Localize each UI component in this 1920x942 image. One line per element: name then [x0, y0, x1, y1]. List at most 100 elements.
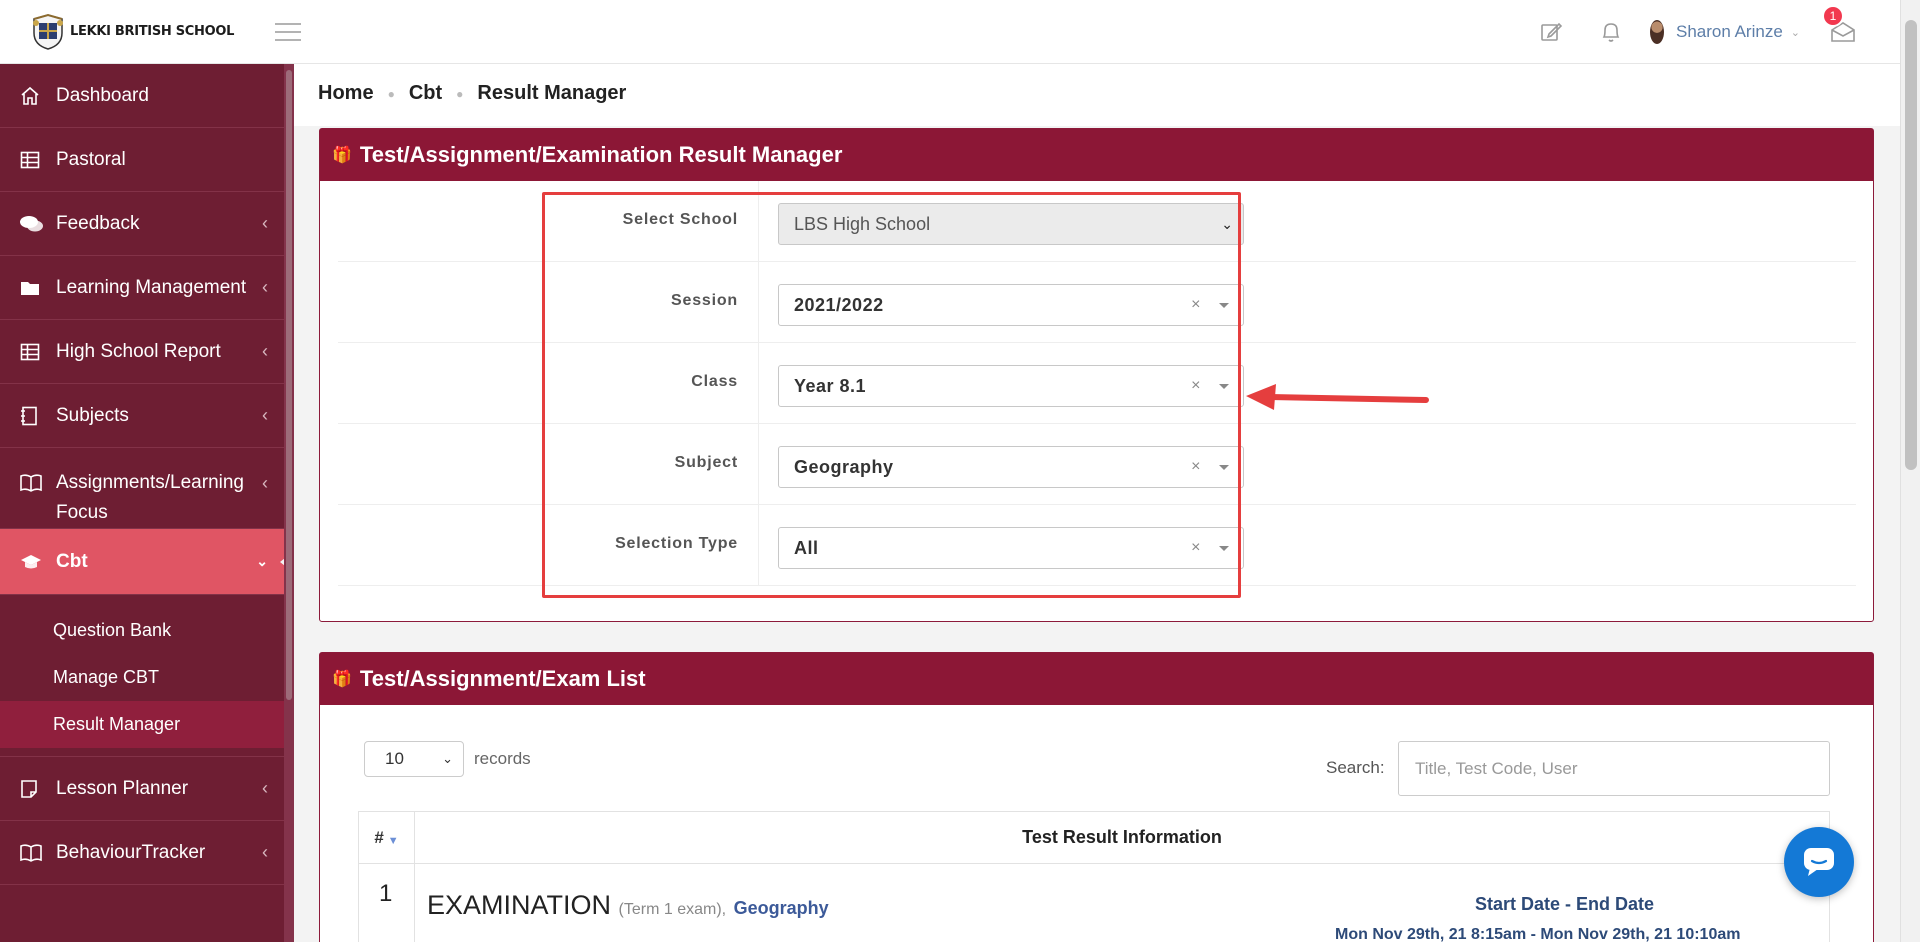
exam-list-card: 🎁 Test/Assignment/Exam List 10 ⌄ records… [319, 652, 1874, 942]
column-header-number[interactable]: # ▼ [359, 812, 415, 863]
sidebar-item-feedback[interactable]: Feedback ‹ [0, 192, 294, 256]
exam-term: (Term 1 exam), [618, 901, 727, 918]
cbt-submenu: Question Bank Manage CBT Result Manager [0, 595, 294, 757]
card-header: 🎁 Test/Assignment/Examination Result Man… [320, 129, 1873, 181]
sidebar-item-label: Subjects [56, 404, 129, 426]
chevron-down-icon: ⌄ [1790, 26, 1800, 39]
table-icon [20, 343, 44, 361]
form-row-class: Class Year 8.1 × [338, 343, 1856, 424]
user-menu[interactable]: Sharon Arinze ⌄ [1649, 20, 1800, 44]
chevron-left-icon: ‹ [262, 842, 268, 862]
column-header-info[interactable]: Test Result Information [415, 812, 1829, 863]
submenu-item-manage-cbt[interactable]: Manage CBT [0, 654, 294, 701]
clear-icon[interactable]: × [1191, 458, 1201, 476]
chat-bubble-icon [1804, 848, 1834, 876]
sidebar-item-high-school-report[interactable]: High School Report ‹ [0, 320, 294, 384]
chat-button[interactable] [1784, 827, 1854, 897]
breadcrumb: Home ● Cbt ● Result Manager [318, 82, 627, 105]
avatar [1649, 20, 1664, 44]
clear-icon[interactable]: × [1191, 539, 1201, 557]
sidebar-item-label: Pastoral [56, 148, 126, 170]
annotation-arrow-icon [1246, 384, 1429, 410]
field-label: Class [691, 373, 738, 390]
school-name: LEKKI BRITISH SCHOOL [70, 24, 235, 39]
sidebar-item-label: Cbt [56, 550, 88, 572]
exam-table: # ▼ Test Result Information 1 EXAMINATIO… [358, 811, 1830, 942]
chevron-left-icon: ‹ [262, 778, 268, 798]
records-label: records [474, 749, 531, 768]
gift-icon: 🎁 [332, 671, 352, 688]
sidebar-item-pastoral[interactable]: Pastoral [0, 128, 294, 192]
chevron-left-icon: ‹ [262, 341, 268, 361]
breadcrumb-result-manager: Result Manager [477, 82, 627, 104]
note-icon [20, 779, 44, 799]
chevron-down-icon: ⌄ [442, 751, 453, 766]
breadcrumb-home[interactable]: Home [318, 82, 374, 105]
dropdown-arrow-icon [1219, 546, 1229, 551]
top-bar: LEKKI BRITISH SCHOOL Sharon Arinze ⌄ 1 [0, 0, 1900, 64]
submenu-item-question-bank[interactable]: Question Bank [0, 607, 294, 654]
session-select[interactable]: 2021/2022 × [778, 284, 1244, 326]
sidebar-scrollbar[interactable] [284, 64, 294, 942]
search-input[interactable]: Title, Test Code, User [1398, 741, 1830, 796]
table-header: # ▼ Test Result Information [359, 812, 1829, 864]
menu-toggle-icon[interactable] [275, 22, 301, 41]
sidebar-item-label: Feedback [56, 212, 140, 234]
sidebar: Dashboard Pastoral Feedback ‹ Learning M… [0, 64, 294, 942]
sidebar-item-label: BehaviourTracker [56, 841, 206, 863]
row-number: 1 [359, 864, 415, 942]
form-row-selection-type: Selection Type All × [338, 505, 1856, 586]
sidebar-item-label: High School Report [56, 340, 221, 362]
graduation-cap-icon [20, 553, 44, 571]
submenu-item-result-manager[interactable]: Result Manager [0, 701, 294, 748]
sidebar-item-label: Learning Management [56, 276, 247, 298]
sidebar-item-dashboard[interactable]: Dashboard [0, 64, 294, 128]
result-manager-card: 🎁 Test/Assignment/Examination Result Man… [319, 128, 1874, 622]
sidebar-item-subjects[interactable]: Subjects ‹ [0, 384, 294, 448]
main-content: Home ● Cbt ● Result Manager 🎁 Test/Assig… [294, 64, 1900, 942]
field-label: Select School [622, 211, 738, 228]
book-icon [20, 843, 44, 862]
page-scrollbar[interactable] [1900, 0, 1920, 942]
clear-icon[interactable]: × [1191, 377, 1201, 395]
home-icon [20, 86, 44, 106]
sidebar-item-label: Dashboard [56, 84, 149, 106]
bell-icon[interactable] [1596, 17, 1626, 47]
date-range: Mon Nov 29th, 21 8:15am - Mon Nov 29th, … [1335, 926, 1741, 942]
records-per-page-select[interactable]: 10 ⌄ [364, 741, 464, 777]
gift-icon: 🎁 [332, 147, 352, 164]
sidebar-item-learning-management[interactable]: Learning Management ‹ [0, 256, 294, 320]
field-label: Selection Type [615, 535, 738, 552]
exam-type: EXAMINATION (Term 1 exam), Geography [427, 890, 829, 920]
school-logo[interactable]: LEKKI BRITISH SCHOOL [30, 13, 260, 51]
exam-subject[interactable]: Geography [734, 898, 829, 918]
sidebar-item-lesson-planner[interactable]: Lesson Planner ‹ [0, 757, 294, 821]
chevron-left-icon: ‹ [262, 277, 268, 297]
form-row-school: Select School LBS High School ⌄ [338, 181, 1856, 262]
dropdown-arrow-icon [1219, 384, 1229, 389]
search-label: Search: [1326, 758, 1385, 777]
card-title: Test/Assignment/Exam List [359, 666, 646, 691]
form-row-subject: Subject Geography × [338, 424, 1856, 505]
notebook-icon [20, 406, 44, 426]
clear-icon[interactable]: × [1191, 296, 1201, 314]
breadcrumb-cbt[interactable]: Cbt [409, 82, 442, 105]
card-title: Test/Assignment/Examination Result Manag… [359, 142, 843, 167]
school-select[interactable]: LBS High School ⌄ [778, 203, 1244, 245]
user-name: Sharon Arinze [1675, 22, 1783, 41]
chevron-down-icon: ⌄ [256, 553, 268, 569]
subject-select[interactable]: Geography × [778, 446, 1244, 488]
form-row-session: Session 2021/2022 × [338, 262, 1856, 343]
selection-type-select[interactable]: All × [778, 527, 1244, 569]
field-label: Subject [674, 454, 738, 471]
chevron-left-icon: ‹ [262, 473, 268, 493]
dropdown-arrow-icon [1219, 465, 1229, 470]
edit-icon[interactable] [1536, 17, 1566, 47]
class-select[interactable]: Year 8.1 × [778, 365, 1244, 407]
sidebar-item-cbt[interactable]: Cbt ⌄ [0, 529, 294, 595]
sidebar-item-assignments[interactable]: Assignments/Learning Focus ‹ [0, 448, 294, 529]
row-info: EXAMINATION (Term 1 exam), Geography Sta… [415, 864, 1829, 942]
sidebar-item-behaviour-tracker[interactable]: BehaviourTracker ‹ [0, 821, 294, 885]
folder-icon [20, 279, 44, 297]
mail-icon[interactable]: 1 [1822, 5, 1858, 47]
